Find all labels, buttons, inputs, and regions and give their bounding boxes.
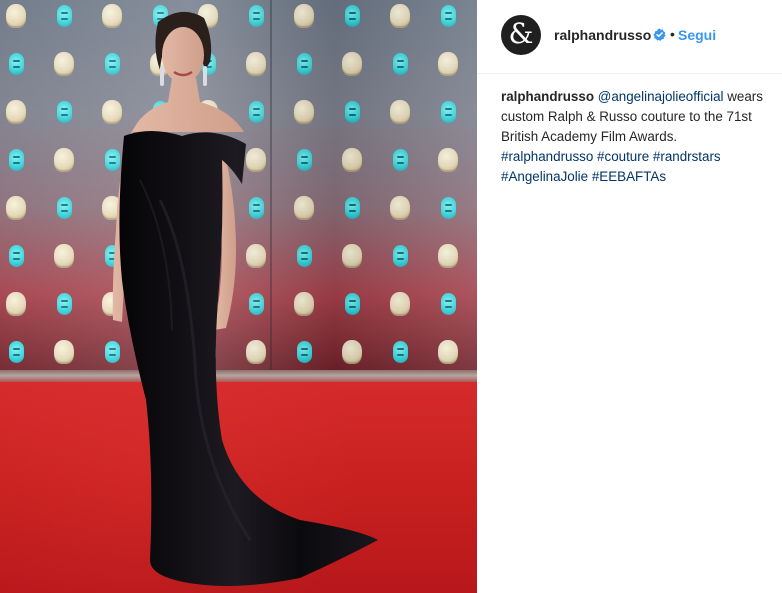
post-header: & ralphandrusso • Segui — [477, 0, 782, 74]
hashtag-link[interactable]: #randrstars — [653, 149, 721, 164]
hashtag-link[interactable]: #ralphandrusso — [501, 149, 593, 164]
woman-in-black-gown — [112, 11, 378, 586]
verified-badge-icon — [653, 28, 666, 41]
follow-button[interactable]: Segui — [678, 27, 716, 43]
profile-avatar[interactable]: & — [501, 15, 541, 55]
post-caption: ralphandrusso @angelinajolieofficial wea… — [501, 87, 763, 187]
hashtag-link[interactable]: #EEBAFTAs — [592, 169, 666, 184]
avatar-glyph: & — [508, 17, 534, 50]
post-sidebar: & ralphandrusso • Segui ralphandrusso @a… — [477, 0, 782, 593]
hashtag-link[interactable]: #AngelinaJolie — [501, 169, 588, 184]
header-separator: • — [670, 26, 675, 42]
caption-mention-link[interactable]: @angelinajolieofficial — [598, 89, 724, 104]
profile-username-link[interactable]: ralphandrusso — [554, 27, 651, 43]
caption-author-link[interactable]: ralphandrusso — [501, 89, 594, 104]
hashtag-link[interactable]: #couture — [597, 149, 649, 164]
post-photo[interactable] — [0, 0, 477, 593]
instagram-post: & ralphandrusso • Segui ralphandrusso @a… — [0, 0, 782, 593]
